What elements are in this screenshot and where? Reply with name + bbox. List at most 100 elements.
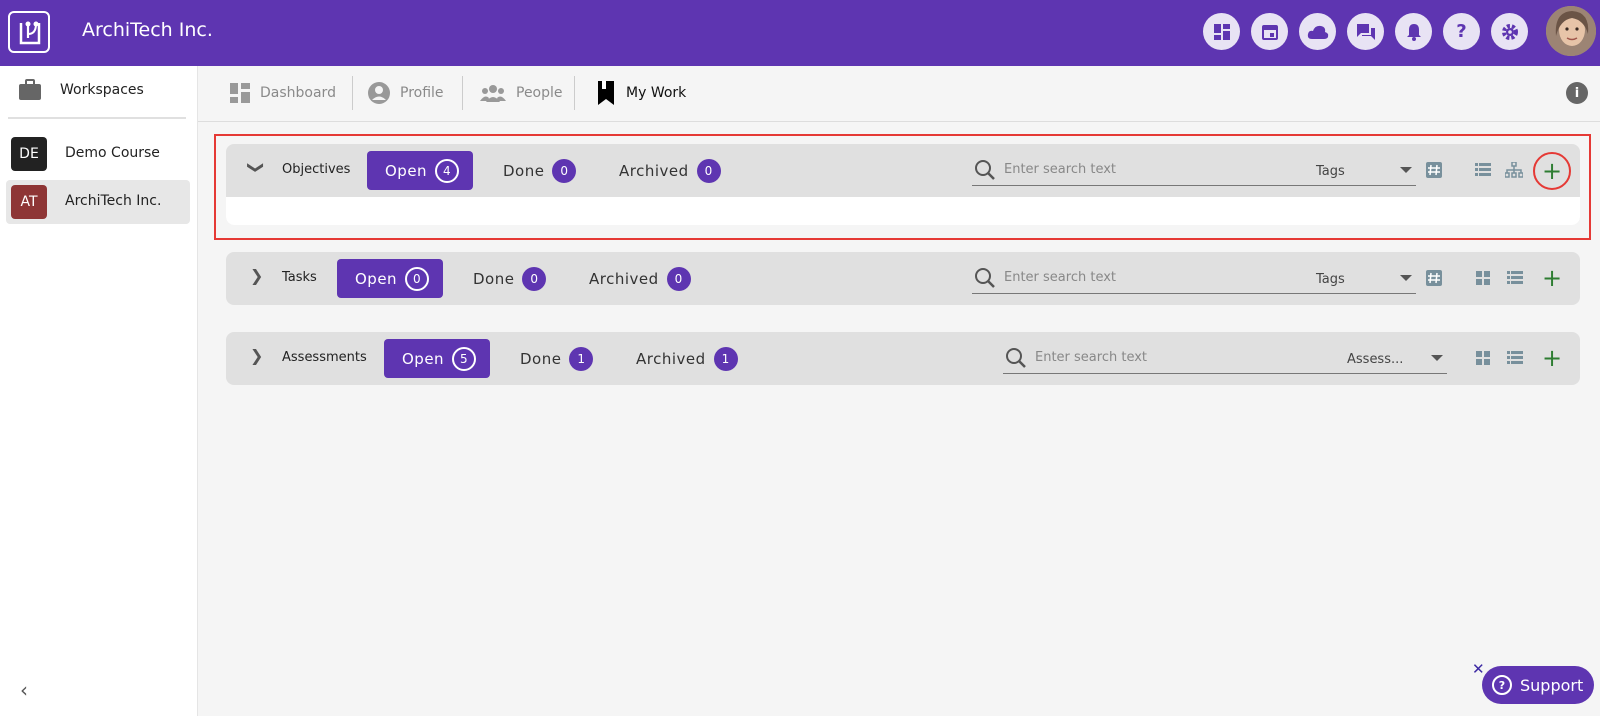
- divider: [8, 117, 186, 119]
- hashtag-icon[interactable]: [1425, 161, 1443, 179]
- dropdown-arrow-icon: [1400, 167, 1412, 173]
- collapse-sidebar-button[interactable]: ‹: [20, 678, 28, 702]
- tab-open[interactable]: Open 5: [384, 339, 491, 378]
- tags-select[interactable]: Tags: [1314, 264, 1416, 294]
- list-icon[interactable]: [1506, 349, 1524, 367]
- nav-label: People: [516, 85, 563, 101]
- workspace-item-architech[interactable]: AT ArchiTech Inc.: [6, 180, 190, 224]
- search-input[interactable]: [1004, 162, 1284, 177]
- bookmark-icon: [598, 81, 614, 105]
- select-value: Tags: [1316, 272, 1345, 287]
- search-field: [972, 156, 1314, 186]
- gear-icon[interactable]: [1491, 13, 1528, 50]
- nav-label: Profile: [400, 85, 444, 101]
- section-assessments: ❯ Assessments Open 5 Done 1 Archived 1 A…: [226, 332, 1580, 385]
- workspace-badge: DE: [11, 137, 47, 171]
- dashboard-icon: [230, 83, 250, 103]
- calendar-icon[interactable]: [1251, 13, 1288, 50]
- count-badge: 5: [452, 346, 477, 371]
- add-assessment-button[interactable]: +: [1539, 345, 1565, 371]
- nav-my-work[interactable]: My Work: [596, 78, 686, 108]
- count-badge: 0: [696, 159, 721, 183]
- tab-archived[interactable]: Archived 1: [636, 346, 738, 372]
- briefcase-icon: [19, 79, 41, 100]
- tab-open[interactable]: Open 0: [337, 259, 444, 298]
- chevron-down-icon[interactable]: ❯: [247, 161, 266, 174]
- count-badge: 0: [405, 266, 430, 291]
- nav-dashboard[interactable]: Dashboard: [230, 78, 336, 108]
- search-input[interactable]: [1004, 270, 1284, 285]
- nav-separator: [352, 76, 353, 110]
- count-badge: 0: [666, 267, 691, 291]
- info-icon[interactable]: i: [1566, 82, 1588, 104]
- count-badge: 1: [569, 347, 594, 371]
- dashboard-icon[interactable]: [1203, 13, 1240, 50]
- workspace-item-demo-course[interactable]: DE Demo Course: [6, 132, 190, 176]
- select-value: Tags: [1316, 164, 1345, 179]
- hashtag-icon[interactable]: [1425, 269, 1443, 287]
- tab-label: Done: [520, 350, 562, 368]
- tab-archived[interactable]: Archived 0: [589, 266, 691, 292]
- count-badge: 0: [552, 159, 577, 183]
- support-button[interactable]: ? Support: [1482, 666, 1594, 704]
- grid-icon[interactable]: [1474, 269, 1492, 287]
- sidebar: Workspaces DE Demo Course AT ArchiTech I…: [0, 66, 198, 716]
- select-value: Assess...: [1347, 352, 1404, 367]
- cloud-icon[interactable]: [1299, 13, 1336, 50]
- add-objective-button[interactable]: +: [1533, 152, 1571, 190]
- tab-done[interactable]: Done 1: [520, 346, 594, 372]
- workspaces-title: Workspaces: [60, 82, 144, 98]
- tab-label: Open: [355, 269, 398, 288]
- close-support-icon[interactable]: ✕: [1472, 660, 1485, 678]
- tab-done[interactable]: Done 0: [473, 266, 547, 292]
- search-field: [972, 264, 1314, 294]
- chat-icon[interactable]: [1347, 13, 1384, 50]
- nav-profile[interactable]: Profile: [368, 78, 444, 108]
- main-nav: Dashboard Profile People My Work i: [198, 66, 1600, 122]
- section-tasks: ❯ Tasks Open 0 Done 0 Archived 0 Tags +: [226, 252, 1580, 305]
- top-bar: ArchiTech Inc. ?: [0, 0, 1600, 66]
- section-objectives: ❯ Objectives Open 4 Done 0 Archived 0 Ta…: [226, 144, 1580, 225]
- tags-select[interactable]: Tags: [1314, 156, 1416, 186]
- list-icon[interactable]: [1474, 161, 1492, 179]
- search-input[interactable]: [1035, 350, 1315, 365]
- nav-label: My Work: [626, 85, 687, 101]
- dropdown-arrow-icon: [1400, 275, 1412, 281]
- add-task-button[interactable]: +: [1539, 265, 1565, 291]
- app-title: ArchiTech Inc.: [82, 19, 213, 41]
- hierarchy-icon[interactable]: [1505, 161, 1523, 179]
- user-avatar[interactable]: [1546, 6, 1596, 56]
- help-icon: ?: [1492, 675, 1512, 695]
- count-badge: 4: [435, 158, 460, 183]
- nav-people[interactable]: People: [480, 78, 563, 108]
- tab-label: Archived: [589, 270, 659, 288]
- tab-label: Archived: [619, 162, 689, 180]
- workspace-badge: AT: [11, 185, 47, 219]
- nav-label: Dashboard: [260, 85, 336, 101]
- section-title: Objectives: [282, 162, 351, 177]
- count-badge: 1: [713, 347, 738, 371]
- tab-label: Done: [473, 270, 515, 288]
- search-icon: [975, 268, 995, 288]
- bell-icon[interactable]: [1395, 13, 1432, 50]
- tab-done[interactable]: Done 0: [503, 158, 577, 184]
- tab-archived[interactable]: Archived 0: [619, 158, 721, 184]
- tab-open[interactable]: Open 4: [367, 151, 474, 190]
- workspaces-header: Workspaces: [0, 66, 198, 118]
- nav-separator: [462, 76, 463, 110]
- section-title: Assessments: [282, 350, 367, 365]
- grid-icon[interactable]: [1474, 349, 1492, 367]
- tab-label: Open: [402, 349, 445, 368]
- profile-icon: [368, 82, 390, 104]
- search-icon: [1006, 348, 1026, 368]
- help-icon[interactable]: ?: [1443, 13, 1480, 50]
- list-icon[interactable]: [1506, 269, 1524, 287]
- section-title: Tasks: [282, 270, 317, 285]
- chevron-right-icon[interactable]: ❯: [250, 346, 263, 365]
- dropdown-arrow-icon: [1431, 355, 1443, 361]
- chevron-right-icon[interactable]: ❯: [250, 266, 263, 285]
- tab-label: Done: [503, 162, 545, 180]
- app-logo[interactable]: [8, 11, 50, 53]
- nav-separator: [574, 76, 575, 110]
- assessment-type-select[interactable]: Assess...: [1345, 344, 1447, 374]
